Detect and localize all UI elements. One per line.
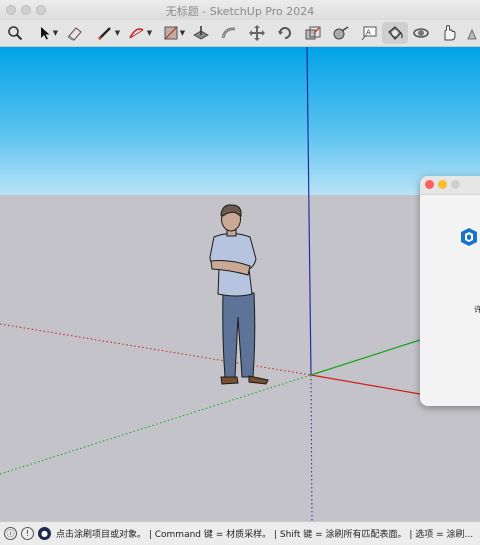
toolbar-more-icon[interactable] (466, 22, 480, 44)
geo-location-icon[interactable]: ⓘ (4, 527, 17, 540)
rectangle-icon[interactable]: ▼ (160, 22, 188, 44)
title-bar: 无标题 - SketchUp Pro 2024 (0, 0, 480, 20)
credits-icon[interactable]: ! (21, 527, 34, 540)
zoom-icon[interactable] (4, 22, 26, 44)
dialog-text-line3: 许可 (474, 305, 480, 314)
main-toolbar: ▼ ▼ ▼ ▼ A (0, 20, 480, 47)
follow-me-icon[interactable] (218, 22, 240, 44)
person-figure (209, 204, 269, 385)
dialog-zoom-button[interactable] (451, 180, 460, 189)
rotate-icon[interactable] (274, 22, 296, 44)
scale-icon[interactable] (302, 22, 324, 44)
drawing-axes (0, 47, 421, 521)
arc-dropdown-icon[interactable]: ▼ (147, 29, 152, 37)
paint-bucket-icon[interactable] (382, 22, 408, 44)
sketchup-logo-icon (458, 226, 480, 252)
about-dialog[interactable]: 信 支 许可 (420, 176, 480, 406)
svg-text:A: A (366, 29, 371, 37)
user-account-icon[interactable]: ● (38, 527, 51, 540)
x-axis-line (310, 374, 421, 395)
status-bar: ⓘ ! ● 点击涂刷项目或对象。 | Command 键 = 材质采样。 | S… (0, 521, 480, 545)
dialog-close-button[interactable] (425, 180, 434, 189)
tape-measure-icon[interactable] (330, 22, 352, 44)
rectangle-dropdown-icon[interactable]: ▼ (180, 29, 185, 37)
y-axis-line (310, 339, 421, 376)
move-icon[interactable] (246, 22, 268, 44)
z-axis-negative (310, 374, 313, 521)
push-pull-icon[interactable] (190, 22, 212, 44)
orbit-icon[interactable] (410, 22, 432, 44)
window-title: 无标题 - SketchUp Pro 2024 (165, 5, 315, 18)
select-dropdown-icon[interactable]: ▼ (53, 29, 58, 37)
eraser-icon[interactable] (64, 22, 86, 44)
pencil-dropdown-icon[interactable]: ▼ (115, 29, 120, 37)
z-axis-line (306, 47, 312, 376)
status-message: 点击涂刷项目或对象。 | Command 键 = 材质采样。 | Shift 键… (56, 530, 474, 540)
pencil-icon[interactable]: ▼ (94, 22, 122, 44)
model-viewport[interactable]: 信 支 许可 (0, 47, 480, 521)
text-icon[interactable]: A (358, 22, 380, 44)
dialog-minimize-button[interactable] (438, 180, 447, 189)
y-axis-negative (0, 374, 312, 475)
pan-icon[interactable] (438, 22, 460, 44)
select-icon[interactable]: ▼ (34, 22, 62, 44)
arc-icon[interactable]: ▼ (126, 22, 154, 44)
dialog-titlebar (420, 176, 480, 195)
x-axis-negative (0, 323, 312, 376)
